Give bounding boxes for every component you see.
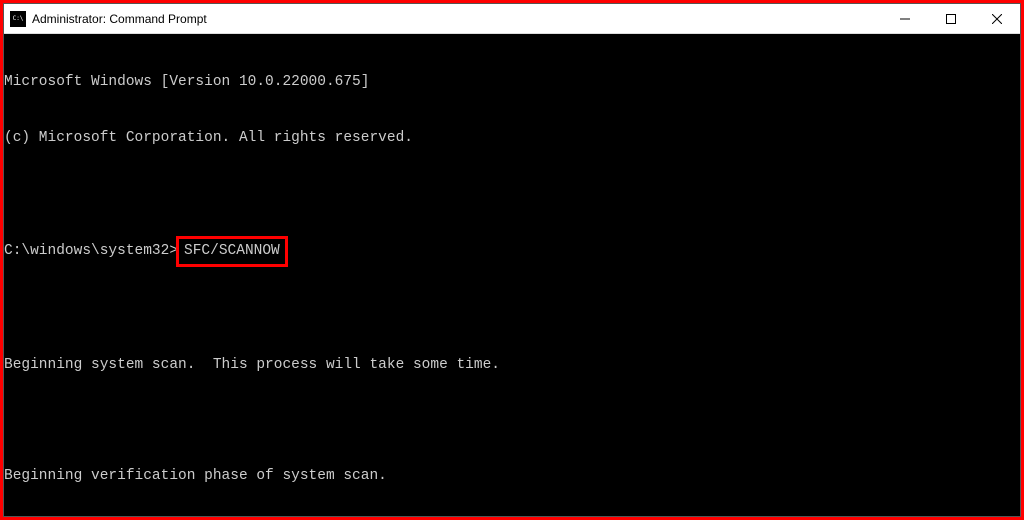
output-line <box>4 301 1020 320</box>
highlighted-command: SFC/SCANNOW <box>176 236 288 267</box>
titlebar[interactable]: Administrator: Command Prompt <box>4 4 1020 34</box>
close-button[interactable] <box>974 4 1020 33</box>
command-prompt-window: Administrator: Command Prompt Microsoft … <box>3 3 1021 517</box>
minimize-button[interactable] <box>882 4 928 33</box>
command-text: SFC/SCANNOW <box>184 243 280 259</box>
prompt-text: C:\windows\system32> <box>4 242 178 261</box>
cmd-icon <box>10 11 26 27</box>
output-line: Beginning system scan. This process will… <box>4 356 1020 375</box>
output-line: Microsoft Windows [Version 10.0.22000.67… <box>4 73 1020 92</box>
window-controls <box>882 4 1020 33</box>
maximize-button[interactable] <box>928 4 974 33</box>
output-line <box>4 412 1020 431</box>
output-line <box>4 184 1020 203</box>
terminal-output[interactable]: Microsoft Windows [Version 10.0.22000.67… <box>4 34 1020 516</box>
output-line: (c) Microsoft Corporation. All rights re… <box>4 129 1020 148</box>
output-line: Beginning verification phase of system s… <box>4 467 1020 486</box>
command-line: C:\windows\system32> SFC/SCANNOW <box>4 240 1020 264</box>
window-title: Administrator: Command Prompt <box>32 12 882 26</box>
